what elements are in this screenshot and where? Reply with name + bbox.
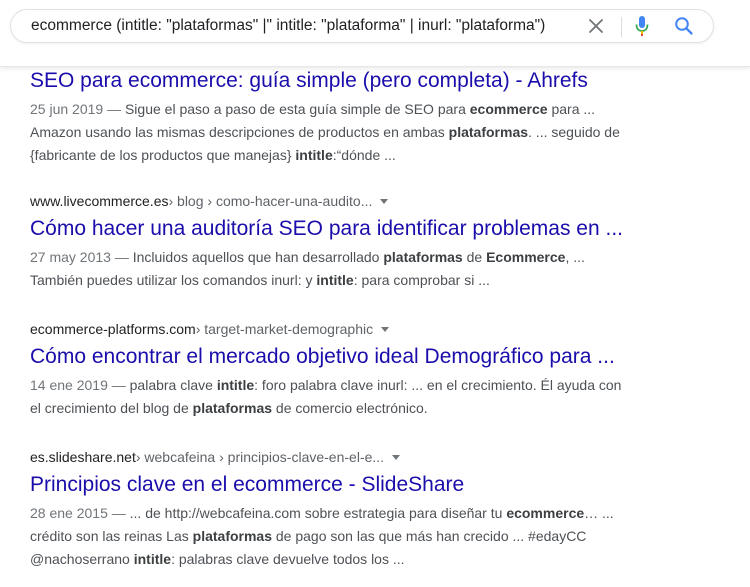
snippet-text: de pago son las que más han crecido ... … <box>272 528 587 544</box>
search-result: SEO para ecommerce: guía simple (pero co… <box>30 66 650 167</box>
microphone-icon[interactable] <box>632 16 652 36</box>
result-path: › webcafeina › principios-clave-en-el-e.… <box>135 449 385 465</box>
result-path: › blog › como-hacer-una-audito... <box>168 193 373 209</box>
result-domain: ecommerce-platforms.com <box>30 321 196 337</box>
highlighted-term: intitle <box>295 147 333 163</box>
snippet-text: También puedes utilizar los comandos inu… <box>30 272 317 288</box>
search-divider <box>621 17 622 37</box>
snippet-text: palabra clave <box>125 377 217 393</box>
highlighted-term: plataformas <box>383 249 463 265</box>
snippet-text: para ... <box>547 101 596 117</box>
snippet-line: Amazon usando las mismas descripciones d… <box>30 121 650 144</box>
result-title-link[interactable]: SEO para ecommerce: guía simple (pero co… <box>30 68 650 94</box>
highlighted-term: intitle <box>216 377 255 393</box>
snippet-text: Incluidos aquellos que han desarrollado <box>128 249 384 265</box>
snippet-text: :“dónde ... <box>332 147 396 163</box>
snippet-text: Amazon usando las mismas descripciones d… <box>30 124 449 140</box>
search-result: es.slideshare.net › webcafeina › princip… <box>30 448 650 571</box>
snippet-text: : para comprobar si ... <box>353 272 490 288</box>
search-input[interactable] <box>31 10 576 42</box>
snippet-text: , ... <box>565 249 585 265</box>
chevron-down-icon[interactable] <box>380 198 389 204</box>
highlighted-term: ecommerce <box>469 101 548 117</box>
snippet-text: el crecimiento del blog de <box>30 400 193 416</box>
chevron-down-icon[interactable] <box>392 454 401 460</box>
result-domain: es.slideshare.net <box>30 449 136 465</box>
result-breadcrumb: www.livecommerce.es › blog › como-hacer-… <box>30 192 650 210</box>
result-snippet: 14 ene 2019 — palabra clave intitle: for… <box>30 374 650 420</box>
highlighted-term: plataformas <box>192 400 273 416</box>
snippet-text: de <box>462 249 487 265</box>
snippet-text: : foro palabra clave inurl: ... en el cr… <box>254 377 622 393</box>
snippet-line: @nachoserrano intitle: palabras clave de… <box>30 548 650 571</box>
result-date: 28 ene 2015 — <box>30 505 126 521</box>
result-snippet: 28 ene 2015 — ... de http://webcafeina.c… <box>30 502 650 571</box>
snippet-text: crédito son las reinas Las <box>30 528 193 544</box>
snippet-text: . ... seguido de <box>528 124 620 140</box>
result-domain: www.livecommerce.es <box>30 193 169 209</box>
chevron-down-icon[interactable] <box>381 326 390 332</box>
result-snippet: 25 jun 2019 — Sigue el paso a paso de es… <box>30 98 650 167</box>
search-icon[interactable] <box>674 16 694 36</box>
snippet-text: : palabras clave devuelve todos los ... <box>171 551 405 567</box>
snippet-line: 25 jun 2019 — Sigue el paso a paso de es… <box>30 98 650 121</box>
highlighted-term: Ecommerce <box>486 249 566 265</box>
result-date: 25 jun 2019 — <box>30 101 122 117</box>
snippet-line: 14 ene 2019 — palabra clave intitle: for… <box>30 374 650 397</box>
search-result: www.livecommerce.es › blog › como-hacer-… <box>30 192 650 292</box>
result-title-link[interactable]: Cómo encontrar el mercado objetivo ideal… <box>30 344 650 370</box>
snippet-line: crédito son las reinas Las plataformas d… <box>30 525 650 548</box>
snippet-line: 27 may 2013 — Incluidos aquellos que han… <box>30 246 650 269</box>
highlighted-term: plataformas <box>448 124 529 140</box>
result-snippet: 27 may 2013 — Incluidos aquellos que han… <box>30 246 650 292</box>
result-title-link[interactable]: Cómo hacer una auditoría SEO para identi… <box>30 216 650 242</box>
snippet-line: el crecimiento del blog de plataformas d… <box>30 397 650 420</box>
snippet-text: ... de http://webcafeina.com sobre estra… <box>125 505 507 521</box>
snippet-text: Sigue el paso a paso de esta guía simple… <box>121 101 470 117</box>
snippet-text: … ... <box>584 505 614 521</box>
snippet-text: {fabricante de los productos que manejas… <box>30 147 296 163</box>
highlighted-term: intitle <box>133 551 172 567</box>
search-header <box>0 0 750 67</box>
highlighted-term: plataformas <box>192 528 272 544</box>
result-date: 14 ene 2019 — <box>30 377 126 393</box>
result-path: › target-market-demographic <box>195 321 374 337</box>
result-title-link[interactable]: Principios clave en el ecommerce - Slide… <box>30 472 650 498</box>
search-result: ecommerce-platforms.com › target-market-… <box>30 320 650 420</box>
result-breadcrumb: ecommerce-platforms.com › target-market-… <box>30 320 650 338</box>
snippet-line: {fabricante de los productos que manejas… <box>30 144 650 167</box>
snippet-line: 28 ene 2015 — ... de http://webcafeina.c… <box>30 502 650 525</box>
snippet-text: de comercio electrónico. <box>272 400 428 416</box>
search-box[interactable] <box>10 9 714 43</box>
close-icon[interactable] <box>586 16 606 36</box>
snippet-text: @nachoserrano <box>30 551 134 567</box>
highlighted-term: intitle <box>316 272 354 288</box>
result-breadcrumb: es.slideshare.net › webcafeina › princip… <box>30 448 650 466</box>
result-date: 27 may 2013 — <box>30 249 129 265</box>
snippet-line: También puedes utilizar los comandos inu… <box>30 269 650 292</box>
highlighted-term: ecommerce <box>506 505 585 521</box>
